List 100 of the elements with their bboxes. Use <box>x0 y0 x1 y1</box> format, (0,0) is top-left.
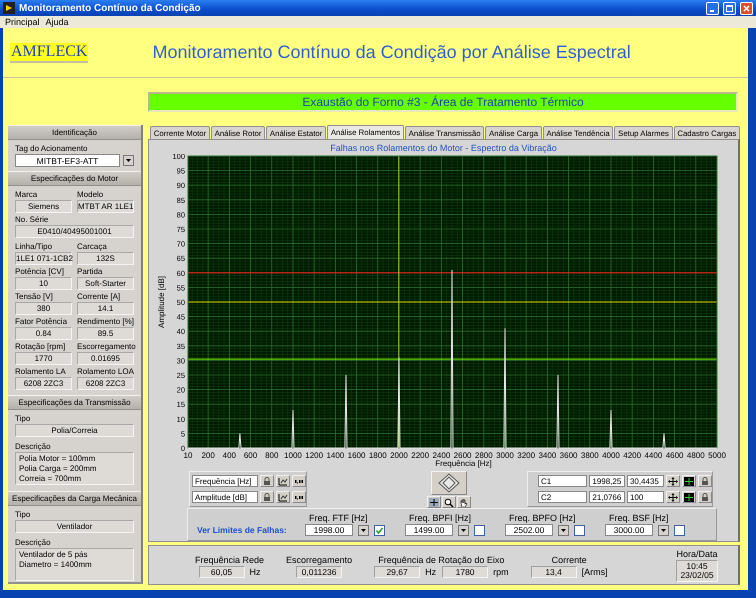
text-line: Polia Carga = 200mm <box>19 464 98 474</box>
field-label: Descrição <box>15 441 51 452</box>
cursor-name-field[interactable]: C2 <box>538 491 588 503</box>
tick-label: 3400 <box>538 451 556 459</box>
field-label: Rolamento LOA <box>77 366 134 377</box>
tick-label: 200 <box>201 451 215 459</box>
unit-label: Hz <box>250 566 261 576</box>
dropdown-button[interactable] <box>123 155 134 166</box>
menu-item[interactable]: Principal <box>2 16 43 28</box>
caret-icon <box>125 157 132 164</box>
app-icon <box>3 2 15 14</box>
cursor-name-field[interactable]: C1 <box>538 475 588 487</box>
text-line: Diametro = 1400mm <box>19 560 93 570</box>
cursor-tool-button[interactable] <box>427 496 441 508</box>
lock-button[interactable] <box>260 491 274 503</box>
close-icon <box>743 4 750 12</box>
padlock-icon <box>262 492 272 502</box>
pan-button[interactable] <box>431 471 467 495</box>
value-field: 29,67 <box>374 566 420 578</box>
padlock-icon <box>700 492 710 502</box>
numeric-field[interactable]: 1499.00 <box>405 524 453 536</box>
minimize-button[interactable] <box>706 2 719 14</box>
format-button[interactable] <box>292 475 306 487</box>
tick-label: 3200 <box>517 451 536 459</box>
status-label: Frequência de Rotação do Eixo <box>378 554 504 566</box>
zoom-icon <box>444 498 454 506</box>
cursor-style-button[interactable] <box>682 491 696 503</box>
lock-button[interactable] <box>260 475 274 487</box>
tick-label: 1600 <box>348 451 366 459</box>
numeric-field[interactable]: 2502.00 <box>505 524 553 536</box>
autoscale-button[interactable] <box>276 475 290 487</box>
numeric-field[interactable]: 1998.00 <box>305 524 353 536</box>
scale-name-field[interactable]: Amplitude [dB] <box>192 491 258 503</box>
caret-icon <box>360 526 367 534</box>
axis-label: Amplitude [dB] <box>157 276 166 328</box>
value-field: MTBT AR 1LE1 <box>77 200 134 213</box>
clock-time: 10:45 <box>685 562 709 570</box>
diamond-icon <box>438 473 460 493</box>
tick-label: 1000 <box>284 451 302 459</box>
text-area[interactable]: Polia Motor = 100mm Polia Carga = 200mm Correia = 700mm <box>15 452 134 485</box>
field-label: Potência [CV] <box>15 266 64 277</box>
cursor-style-button[interactable] <box>682 475 696 487</box>
dropdown-button[interactable] <box>658 524 669 536</box>
maximize-button[interactable] <box>723 2 736 14</box>
field-label: Corrente [A] <box>77 291 120 302</box>
text-line: Correia = 700mm <box>19 474 82 484</box>
cursor-lock-button[interactable] <box>698 491 712 503</box>
scale-name-field[interactable]: Frequência [Hz] <box>192 475 258 487</box>
checkbox[interactable] <box>374 524 385 536</box>
autoscale-button[interactable] <box>276 491 290 503</box>
move-icon <box>668 476 678 486</box>
cursor-lock-button[interactable] <box>698 475 712 487</box>
padlock-icon <box>262 476 272 486</box>
value-field: 60,05 <box>198 566 245 578</box>
tick-label: 1400 <box>326 451 344 459</box>
field-label: Freq. BPFI [Hz] <box>408 513 472 524</box>
numeric-field[interactable]: 3000.00 <box>605 524 653 536</box>
dropdown-button[interactable] <box>358 524 369 536</box>
crosshair-icon <box>429 498 439 506</box>
checkbox[interactable] <box>474 524 485 536</box>
field-label: Tipo <box>15 413 30 424</box>
value-field: 0.01695 <box>77 352 134 365</box>
value-field: Ventilador <box>15 520 134 533</box>
zoom-tool-button[interactable] <box>442 496 456 508</box>
value-field: 6208 2ZC3 <box>77 377 134 390</box>
chart-title: Falhas nos Rolamentos do Motor - Espectro da Vibração <box>329 143 558 154</box>
value-field: 14.1 <box>77 302 134 315</box>
field-label: Modelo <box>77 189 104 200</box>
dropdown-field[interactable]: MITBT-EF3-ATT <box>15 154 120 167</box>
tick-label: 3800 <box>580 451 599 459</box>
menu-item[interactable]: Ajuda <box>42 16 72 28</box>
value-field: 89.5 <box>77 327 134 340</box>
tick-label: 4000 <box>602 451 620 459</box>
value-field: 1780 <box>442 566 488 578</box>
checkbox[interactable] <box>674 524 685 536</box>
value-field: 1LE1 071-1CB2 <box>15 252 72 265</box>
status-label: Escorregamento <box>286 554 352 566</box>
close-button[interactable] <box>740 2 753 14</box>
value-field: 0.84 <box>15 327 72 340</box>
cursor-y-field[interactable]: 100 <box>626 491 664 503</box>
field-label: Freq. BSF [Hz] <box>608 513 669 524</box>
dropdown-button[interactable] <box>558 524 569 536</box>
cursor-x-field[interactable]: 21,0766 <box>589 491 625 503</box>
move-cursor-button[interactable] <box>666 475 680 487</box>
text-area[interactable]: Ventilador de 5 pás Diametro = 1400mm <box>15 548 134 581</box>
move-cursor-button[interactable] <box>666 491 680 503</box>
pan-tool-button[interactable] <box>457 496 471 508</box>
unit-label: Hz <box>425 566 436 576</box>
format-button[interactable] <box>292 491 306 503</box>
cursor-y-field[interactable]: 30,4435 <box>626 475 664 487</box>
app-title: Monitoramento Contínuo da Condição por Análise Espectral <box>152 42 631 63</box>
caret-icon <box>660 526 667 534</box>
tick-label: 2600 <box>454 451 472 459</box>
cursor-x-field[interactable]: 1998,25 <box>589 475 625 487</box>
checkbox[interactable] <box>574 524 585 536</box>
status-label: Frequência Rede <box>195 554 264 566</box>
dropdown-button[interactable] <box>458 524 469 536</box>
value-field: 10 <box>15 277 72 290</box>
field-label: Escorregamento <box>77 341 136 352</box>
limits-label: Ver Limites de Falhas: <box>197 524 285 534</box>
